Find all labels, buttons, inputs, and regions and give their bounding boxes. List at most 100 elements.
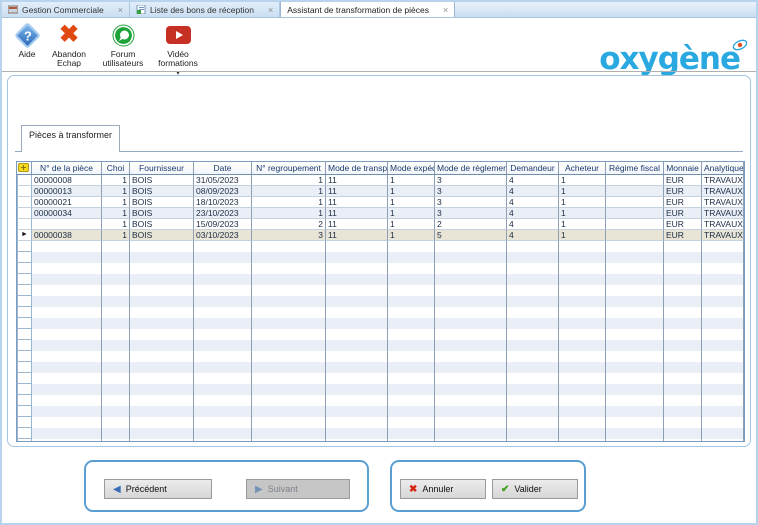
table-cell[interactable] [102,307,130,318]
table-cell[interactable]: 1 [252,175,326,186]
table-cell[interactable]: 1 [388,186,435,197]
table-cell[interactable] [326,329,388,340]
table-cell[interactable] [326,318,388,329]
table-cell[interactable]: 1 [559,208,606,219]
table-cell[interactable] [559,296,606,307]
table-cell[interactable] [252,439,326,442]
table-cell[interactable]: 1 [102,197,130,208]
table-cell[interactable] [435,406,507,417]
table-cell[interactable] [32,351,102,362]
table-cell[interactable] [130,252,194,263]
table-row[interactable]: 000000081BOIS31/05/20231111341EURTRAVAUX [17,175,744,186]
table-cell[interactable] [702,241,744,252]
table-cell[interactable]: TRAVAUX [702,186,744,197]
row-selector-cell[interactable] [17,208,32,219]
table-cell[interactable] [702,307,744,318]
table-cell[interactable] [194,296,252,307]
table-cell[interactable] [606,362,664,373]
table-cell[interactable] [32,219,102,230]
table-cell[interactable] [388,296,435,307]
table-cell[interactable] [606,384,664,395]
table-cell[interactable] [664,263,702,274]
row-selector-cell[interactable] [17,373,32,384]
table-cell[interactable] [664,340,702,351]
row-selector-cell[interactable] [17,197,32,208]
table-cell[interactable]: TRAVAUX [702,230,744,241]
table-cell[interactable] [664,428,702,439]
table-row-empty[interactable] [17,241,744,252]
table-cell[interactable] [664,439,702,442]
table-cell[interactable] [194,252,252,263]
table-cell[interactable] [606,296,664,307]
row-selector-cell[interactable] [17,395,32,406]
table-cell[interactable] [388,406,435,417]
row-selector-cell[interactable] [17,307,32,318]
table-cell[interactable] [388,285,435,296]
row-selector-cell[interactable] [17,296,32,307]
table-cell[interactable] [32,307,102,318]
table-cell[interactable] [388,318,435,329]
table-cell[interactable] [32,417,102,428]
table-cell[interactable] [664,318,702,329]
table-cell[interactable] [252,406,326,417]
table-cell[interactable] [388,395,435,406]
table-cell[interactable] [559,252,606,263]
table-cell[interactable] [507,428,559,439]
table-cell[interactable] [32,285,102,296]
table-cell[interactable] [702,351,744,362]
table-cell[interactable]: 1 [102,208,130,219]
table-cell[interactable] [702,285,744,296]
table-cell[interactable] [130,318,194,329]
table-cell[interactable]: TRAVAUX [702,197,744,208]
table-cell[interactable] [32,329,102,340]
table-cell[interactable] [559,439,606,442]
table-row-empty[interactable] [17,340,744,351]
table-cell[interactable]: 1 [559,219,606,230]
table-cell[interactable] [435,395,507,406]
table-cell[interactable] [606,351,664,362]
table-cell[interactable] [507,285,559,296]
table-cell[interactable] [388,439,435,442]
table-cell[interactable] [507,351,559,362]
table-cell[interactable] [606,230,664,241]
table-cell[interactable] [606,175,664,186]
table-cell[interactable]: 1 [559,186,606,197]
row-selector-cell[interactable] [17,219,32,230]
table-cell[interactable] [32,263,102,274]
column-header[interactable]: Analytique [702,162,744,174]
table-cell[interactable]: 1 [388,175,435,186]
table-row-empty[interactable] [17,362,744,373]
table-cell[interactable] [326,395,388,406]
table-cell[interactable] [435,439,507,442]
table-cell[interactable] [130,274,194,285]
table-cell[interactable] [702,417,744,428]
table-cell[interactable] [435,351,507,362]
row-selector-cell[interactable] [17,351,32,362]
table-cell[interactable] [326,373,388,384]
table-cell[interactable] [252,296,326,307]
table-cell[interactable]: EUR [664,230,702,241]
table-cell[interactable]: 18/10/2023 [194,197,252,208]
table-cell[interactable] [606,417,664,428]
table-row-empty[interactable] [17,252,744,263]
table-cell[interactable]: 4 [507,230,559,241]
row-selector-cell[interactable] [17,384,32,395]
table-cell[interactable] [252,263,326,274]
row-selector-cell[interactable] [17,263,32,274]
table-cell[interactable] [326,340,388,351]
table-cell[interactable] [130,362,194,373]
cancel-button[interactable]: ✖ Annuler [400,479,486,499]
table-cell[interactable] [102,406,130,417]
table-cell[interactable] [102,274,130,285]
table-cell[interactable] [664,241,702,252]
row-selector-cell[interactable] [17,329,32,340]
table-cell[interactable] [702,329,744,340]
table-cell[interactable] [32,362,102,373]
table-cell[interactable] [102,417,130,428]
table-cell[interactable] [664,329,702,340]
table-cell[interactable] [559,428,606,439]
table-cell[interactable]: 00000008 [32,175,102,186]
table-cell[interactable] [606,252,664,263]
table-cell[interactable] [606,428,664,439]
table-cell[interactable] [326,351,388,362]
